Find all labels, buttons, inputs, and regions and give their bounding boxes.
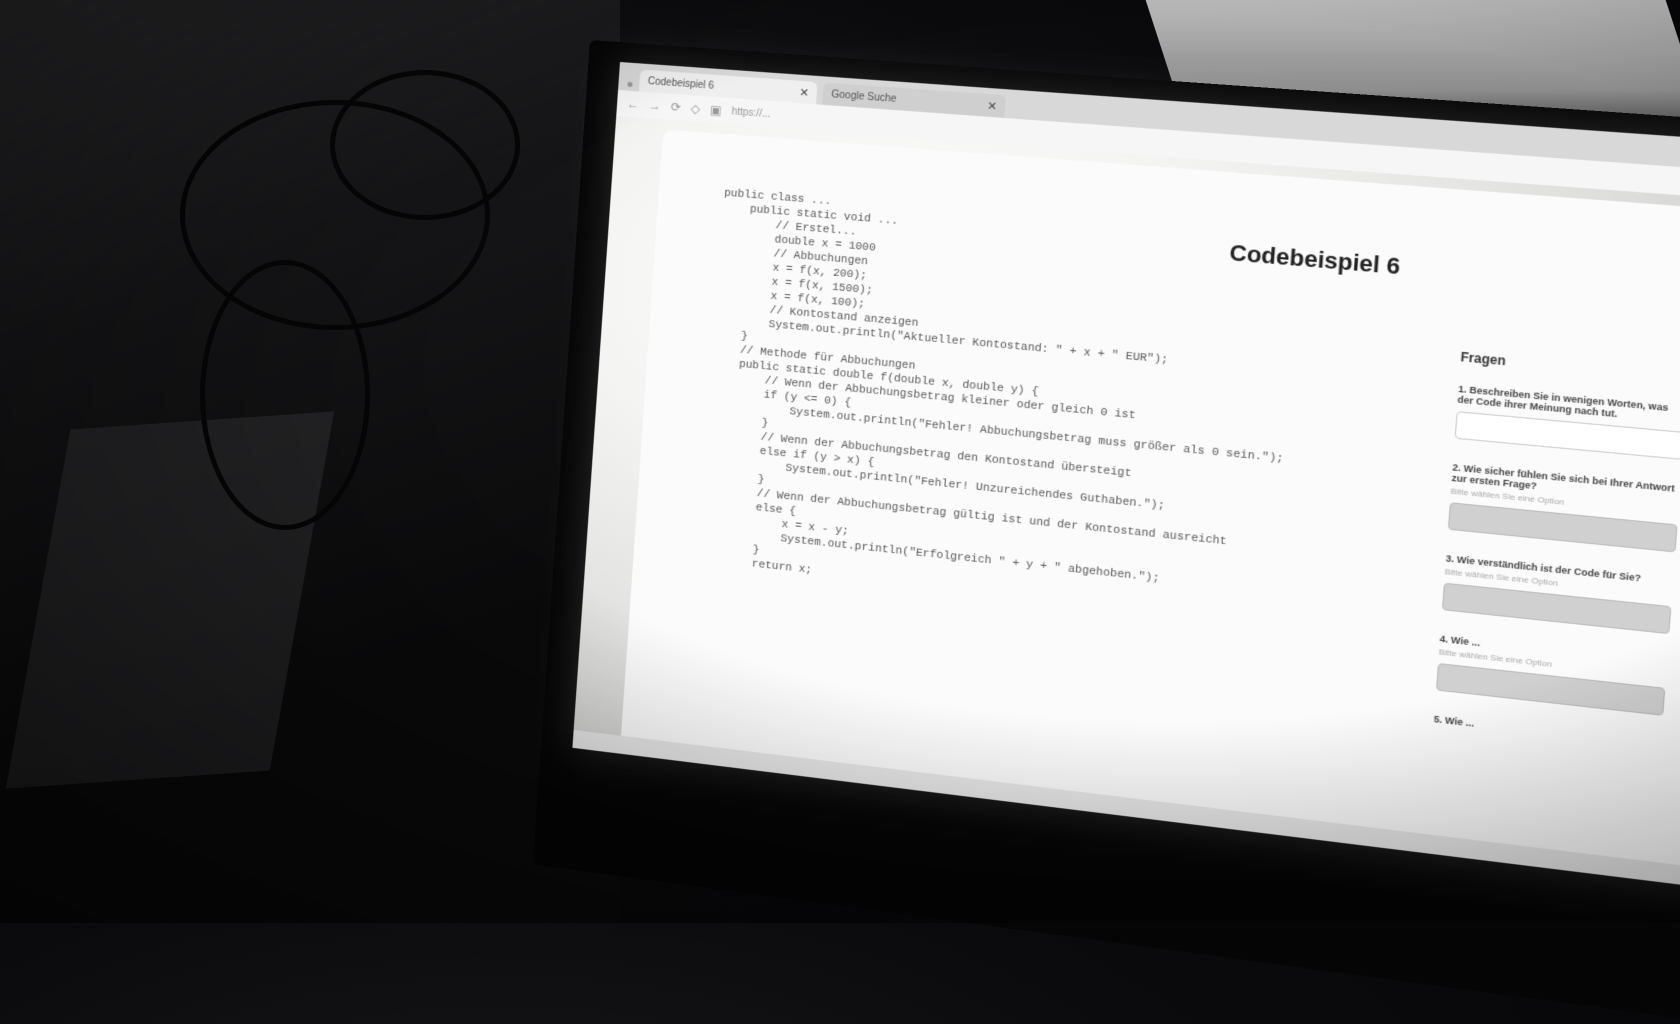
close-tab-icon[interactable]: ✕: [799, 85, 809, 99]
shield-icon: ◇: [690, 101, 700, 116]
tab-label: Google Suche: [831, 89, 897, 105]
monitor-screen: ● Codebeispiel 6 ✕ Google Suche ✕ ← → ⟳ …: [572, 62, 1680, 888]
questions-heading: Fragen: [1460, 350, 1680, 385]
browser-logo-icon: ●: [626, 77, 634, 91]
question-3: 3. Wie verständlich ist der Code für Sie…: [1442, 553, 1674, 634]
question-1: 1. Beschreiben Sie in wenigen Worten, wa…: [1455, 384, 1680, 460]
reload-icon[interactable]: ⟳: [670, 100, 681, 115]
lock-icon: ▣: [710, 103, 722, 118]
question-4: 4. Wie ... Bitte wählen Sie eine Option: [1436, 633, 1668, 715]
questions-panel: Fragen 1. Beschreiben Sie in wenigen Wor…: [1432, 350, 1680, 774]
back-icon[interactable]: ←: [627, 97, 640, 112]
question-5: 5. Wie ...: [1433, 714, 1661, 750]
desk-surface: [0, 0, 620, 923]
code-block: public class ... public static void ... …: [698, 187, 1313, 630]
cable: [330, 70, 520, 220]
forward-icon[interactable]: →: [648, 98, 661, 113]
url-field[interactable]: https://...: [731, 106, 771, 120]
close-tab-icon[interactable]: ✕: [987, 99, 998, 113]
question-text: 5. Wie ...: [1433, 714, 1661, 750]
question-2: 2. Wie sicher fühlen Sie sich bei Ihrer …: [1448, 462, 1680, 553]
cable: [200, 260, 370, 530]
tab-label: Codebeispiel 6: [647, 76, 714, 92]
